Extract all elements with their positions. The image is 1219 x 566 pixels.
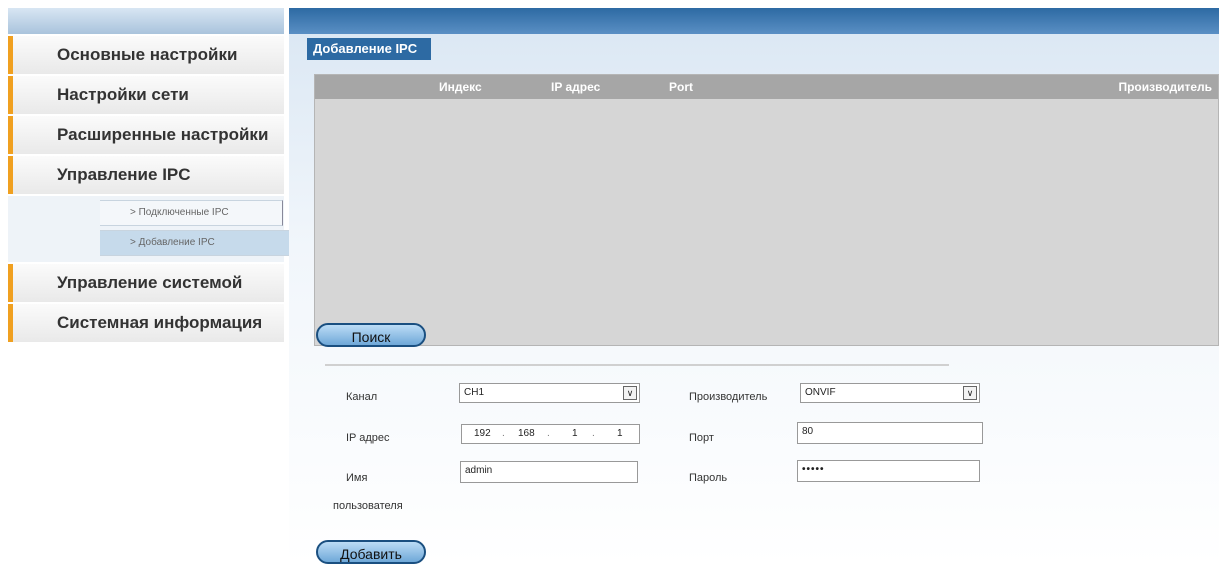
sidebar-item-advanced-settings[interactable]: Расширенные настройки xyxy=(8,116,284,154)
sidebar-header-bar xyxy=(8,8,284,34)
sidebar-item-basic-settings[interactable]: Основные настройки xyxy=(8,36,284,74)
sidebar-item-system-management[interactable]: Управление системой xyxy=(8,264,284,302)
ipc-search-table: Индекс IP адрес Port Производитель xyxy=(314,74,1219,346)
channel-value: CH1 xyxy=(464,387,485,398)
main-header-bar xyxy=(289,8,1219,34)
sidebar-item-ipc-management[interactable]: Управление IPC xyxy=(8,156,284,194)
sidebar-subitem-connected-ipc[interactable]: > Подключенные IPC xyxy=(100,200,283,226)
sidebar-item-network-settings[interactable]: Настройки сети xyxy=(8,76,284,114)
sidebar-subitem-add-ipc[interactable]: > Добавление IPC xyxy=(100,230,290,256)
column-header-ip[interactable]: IP адрес xyxy=(551,80,600,94)
column-header-vendor[interactable]: Производитель xyxy=(1118,80,1212,94)
ip-octet-1[interactable]: 192 xyxy=(474,425,491,443)
ip-dot: . xyxy=(547,428,550,439)
ip-octet-2[interactable]: 168 xyxy=(518,425,535,443)
sidebar-submenu-ipc: > Подключенные IPC > Добавление IPC xyxy=(8,196,290,262)
chevron-down-icon[interactable]: ∨ xyxy=(623,386,637,400)
username-label-line2: пользователя xyxy=(333,500,403,512)
channel-select[interactable]: CH1 ∨ xyxy=(459,383,640,403)
column-header-port[interactable]: Port xyxy=(669,80,693,94)
table-header: Индекс IP адрес Port Производитель xyxy=(315,75,1218,99)
ip-address-field[interactable]: 192 . 168 . 1 . 1 xyxy=(461,424,640,444)
search-button[interactable]: Поиск xyxy=(316,323,426,347)
username-label: Имя xyxy=(346,472,368,484)
ip-dot: . xyxy=(592,428,595,439)
column-header-index[interactable]: Индекс xyxy=(439,80,482,94)
main-panel: Добавление IPC Индекс IP адрес Port Прои… xyxy=(289,34,1219,565)
password-input[interactable]: ••••• xyxy=(797,460,980,482)
vendor-select[interactable]: ONVIF ∨ xyxy=(800,383,980,403)
password-label: Пароль xyxy=(689,472,728,484)
port-label: Порт xyxy=(689,432,714,444)
sidebar-item-system-info[interactable]: Системная информация xyxy=(8,304,284,342)
sidebar: Основные настройки Настройки сети Расшир… xyxy=(8,36,290,344)
form-divider xyxy=(325,364,949,366)
port-input[interactable]: 80 xyxy=(797,422,983,444)
ip-label: IP адрес xyxy=(346,432,390,444)
vendor-value: ONVIF xyxy=(805,387,836,398)
ip-octet-3[interactable]: 1 xyxy=(572,425,578,443)
channel-label: Канал xyxy=(346,391,378,403)
add-button[interactable]: Добавить xyxy=(316,540,426,564)
chevron-down-icon[interactable]: ∨ xyxy=(963,386,977,400)
username-input[interactable]: admin xyxy=(460,461,638,483)
ip-octet-4[interactable]: 1 xyxy=(617,425,623,443)
vendor-label: Производитель xyxy=(689,391,768,403)
ip-dot: . xyxy=(502,428,505,439)
tab-add-ipc[interactable]: Добавление IPC xyxy=(307,38,432,60)
